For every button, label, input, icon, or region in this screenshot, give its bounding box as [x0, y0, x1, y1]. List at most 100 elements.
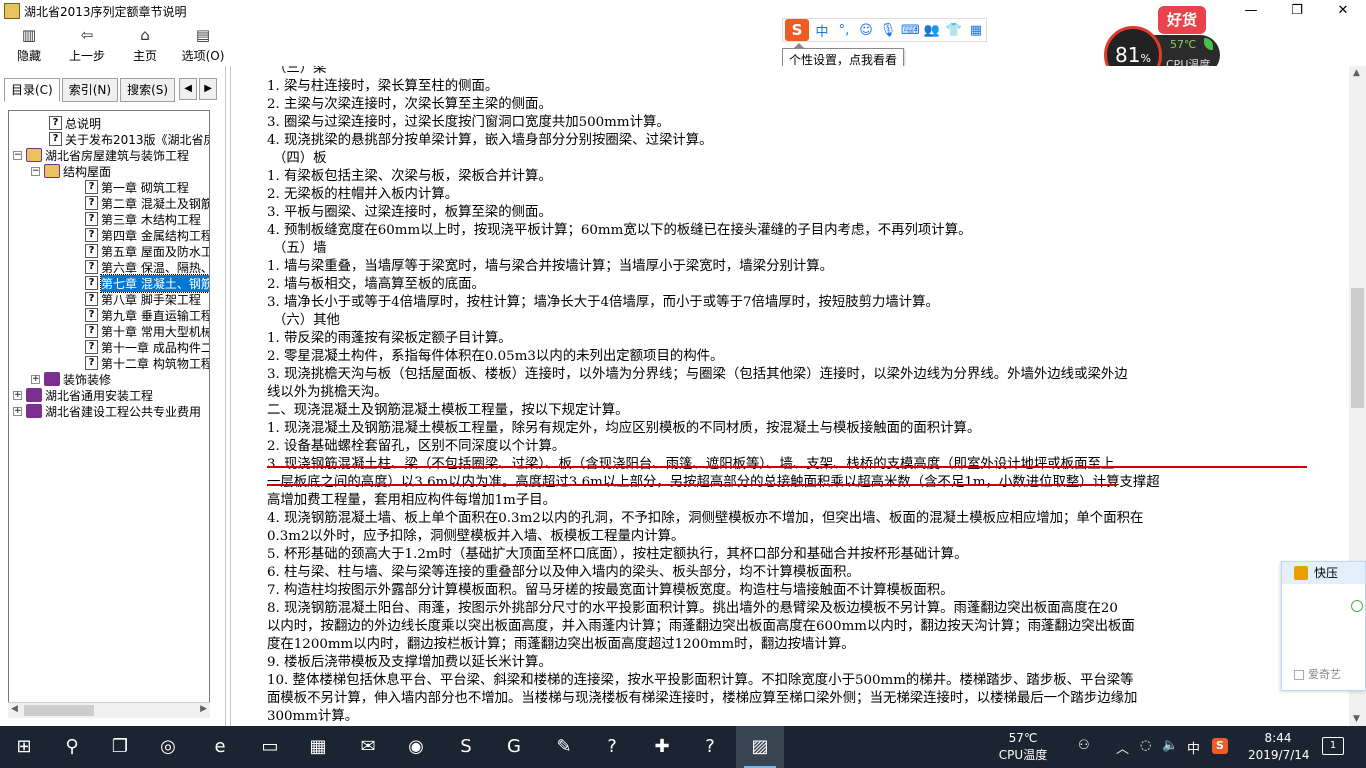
tree-item[interactable]: ? 第九章 垂直运输工程: [85, 307, 209, 323]
content-line: 一层板底之间的高度）以3.6m以内为准。高度超过3.6m以上部分，另按超高部分的…: [267, 475, 1160, 490]
taskbar: 57℃ CPU温度 ⚇ ︿ ◌ 🔈 中 S 8:44 2019/7/14 1 ⊞…: [0, 726, 1366, 768]
user-icon[interactable]: 👥: [923, 23, 941, 38]
tree-item[interactable]: − 结构屋面: [31, 163, 111, 179]
collapse-icon[interactable]: −: [31, 166, 40, 176]
expand-icon[interactable]: +: [13, 406, 22, 416]
file-explorer-icon[interactable]: ▭: [254, 731, 286, 763]
notepad-icon[interactable]: ✎: [548, 731, 580, 763]
sogou-browser-icon[interactable]: S: [450, 731, 482, 763]
scroll-right-icon[interactable]: ▶: [200, 704, 207, 714]
hide-icon: ▥: [21, 26, 37, 44]
show-hidden-icons[interactable]: ︿: [1116, 738, 1129, 757]
tree-item-label: 第十一章 成品构件二次: [101, 340, 209, 355]
tree-item[interactable]: − 湖北省房屋建筑与装饰工程: [13, 147, 189, 163]
help-page-icon: ?: [49, 132, 62, 146]
help-file-icon[interactable]: ?: [596, 731, 628, 763]
tree-item-label: 湖北省通用安装工程: [45, 388, 154, 403]
volume-icon[interactable]: 🔈: [1162, 738, 1178, 753]
kuaiya-icon: [1294, 566, 1308, 580]
task-view-icon[interactable]: ❐: [104, 731, 136, 763]
g-app-icon[interactable]: G: [498, 731, 530, 763]
voice-icon[interactable]: 🎙: [879, 23, 897, 38]
content-scroll-thumb[interactable]: [1351, 288, 1364, 408]
windows-start-icon[interactable]: ⊞: [8, 731, 40, 763]
cortana-icon[interactable]: ◎: [152, 731, 184, 763]
search-icon[interactable]: ⚲: [56, 731, 88, 763]
checkbox[interactable]: [1294, 670, 1304, 680]
toolbar-button-3[interactable]: ▤ 选项(O): [174, 22, 232, 66]
keyboard-icon[interactable]: ⌨: [901, 23, 920, 38]
tree-item[interactable]: ?第十一章 成品构件二次: [85, 339, 209, 355]
expand-icon[interactable]: +: [13, 390, 22, 400]
tree-item[interactable]: ? 第二章 混凝土及钢筋: [85, 195, 209, 211]
notification-center-icon[interactable]: 1: [1322, 737, 1344, 755]
tree-item[interactable]: ? 第八章 脚手架工程: [85, 291, 201, 307]
tab-0[interactable]: 目录(C): [4, 78, 60, 102]
tab-scroll-left-icon[interactable]: ◀: [179, 78, 198, 100]
tree-item-label: 关于发布2013版《湖北省房屋: [65, 132, 209, 147]
toolbar-button-1[interactable]: ⇦ 上一步: [58, 22, 116, 66]
punctuation-icon[interactable]: °,: [835, 23, 853, 38]
toolbar-button-2[interactable]: ⌂ 主页: [116, 22, 174, 66]
people-icon[interactable]: ⚇: [1078, 738, 1090, 753]
store-icon[interactable]: ▦: [302, 731, 334, 763]
content-line: 2. 无梁板的柱帽并入板内计算。: [267, 187, 459, 202]
scroll-left-icon[interactable]: ◀: [11, 704, 18, 714]
toolbox-icon[interactable]: ▦: [967, 23, 985, 38]
topic-content: （三）梁 1. 梁与柱连接时，梁长算至柱的侧面。 2. 主梁与次梁连接时，次梁长算至…: [230, 66, 1350, 726]
tool-app-icon[interactable]: ✚: [646, 731, 678, 763]
tree-item-label: 第一章 砌筑工程: [101, 180, 189, 195]
tree-item[interactable]: ?第六章 保温、隔热、防: [85, 259, 209, 275]
network-icon[interactable]: ◌: [1140, 738, 1151, 753]
content-line: 9. 楼板后浇带模板及支撑增加费以延长米计算。: [267, 655, 552, 670]
tree-item[interactable]: ? 第一章 砌筑工程: [85, 179, 189, 195]
tree-item[interactable]: ?第五章 屋面及防水工程: [85, 243, 209, 259]
tree-item[interactable]: ? 第十二章 构筑物工程: [85, 355, 209, 371]
red-underline-annotation: [267, 466, 1307, 468]
edge-browser-icon[interactable]: e: [204, 731, 236, 763]
skin-icon[interactable]: 👕: [945, 23, 963, 38]
emoji-icon[interactable]: ☺: [857, 23, 875, 38]
collapse-icon[interactable]: −: [13, 150, 22, 160]
input-language-indicator[interactable]: 中: [1187, 738, 1200, 757]
ime-language-toggle[interactable]: 中: [813, 21, 831, 40]
tree-item[interactable]: ? 第三章 木结构工程: [85, 211, 201, 227]
sogou-logo-icon[interactable]: S: [785, 19, 809, 41]
scroll-up-icon[interactable]: ▲: [1353, 68, 1360, 78]
clock[interactable]: 8:44 2019/7/14: [1248, 730, 1310, 764]
mail-icon[interactable]: ✉: [352, 731, 384, 763]
scroll-thumb[interactable]: [24, 705, 94, 716]
tab-scroll-right-icon[interactable]: ▶: [199, 78, 218, 100]
tab-1[interactable]: 索引(N): [61, 78, 119, 102]
tree-item[interactable]: ? 第四章 金属结构工程: [85, 227, 209, 243]
tree-item[interactable]: ? 第七章 混凝土、钢筋: [85, 273, 209, 293]
expand-icon[interactable]: +: [31, 374, 40, 384]
taskbar-cpu-temp[interactable]: 57℃ CPU温度: [996, 730, 1050, 764]
help-page-icon: ?: [85, 180, 98, 194]
chm-viewer-icon[interactable]: ▨: [744, 731, 776, 768]
tree-item[interactable]: ? 总说明: [49, 115, 101, 131]
home-icon: ⌂: [140, 26, 150, 44]
tree-item[interactable]: + 湖北省建设工程公共专业费用: [13, 403, 201, 419]
close-button[interactable]: ✕: [1320, 0, 1366, 22]
float-panel-option[interactable]: 爱奇艺: [1294, 666, 1341, 682]
tree-item-label: 第七章 混凝土、钢筋: [100, 273, 209, 293]
tree-item-label: 第十章 常用大型机械安: [101, 324, 209, 339]
tree-item[interactable]: + 装饰装修: [31, 371, 111, 387]
navigation-pane: 目录(C)索引(N)搜索(S)◀▶ ?总说明?关于发布2013版《湖北省房屋−湖…: [0, 66, 226, 726]
kuaiya-float-panel[interactable]: 快压 爱奇艺: [1281, 561, 1366, 691]
tree-item[interactable]: ?关于发布2013版《湖北省房屋: [49, 131, 209, 147]
tree-item[interactable]: + 湖北省通用安装工程: [13, 387, 153, 403]
tab-2[interactable]: 搜索(S): [120, 78, 176, 102]
restore-button[interactable]: ❐: [1274, 0, 1320, 22]
sogou-tray-icon[interactable]: S: [1212, 738, 1228, 754]
toolbar-button-0[interactable]: ▥ 隐藏: [0, 22, 58, 66]
green-browser-icon[interactable]: ◉: [400, 731, 432, 763]
help-page-icon: ?: [85, 292, 98, 306]
scroll-down-icon[interactable]: ▼: [1353, 714, 1360, 724]
minimize-button[interactable]: —: [1228, 0, 1274, 22]
tree-horizontal-scrollbar[interactable]: ◀ ▶: [8, 702, 210, 718]
tree-item[interactable]: ?第十章 常用大型机械安: [85, 323, 209, 339]
help-file-icon-2[interactable]: ?: [694, 731, 726, 763]
contents-tree[interactable]: ?总说明?关于发布2013版《湖北省房屋−湖北省房屋建筑与装饰工程−结构屋面?第…: [8, 110, 210, 718]
